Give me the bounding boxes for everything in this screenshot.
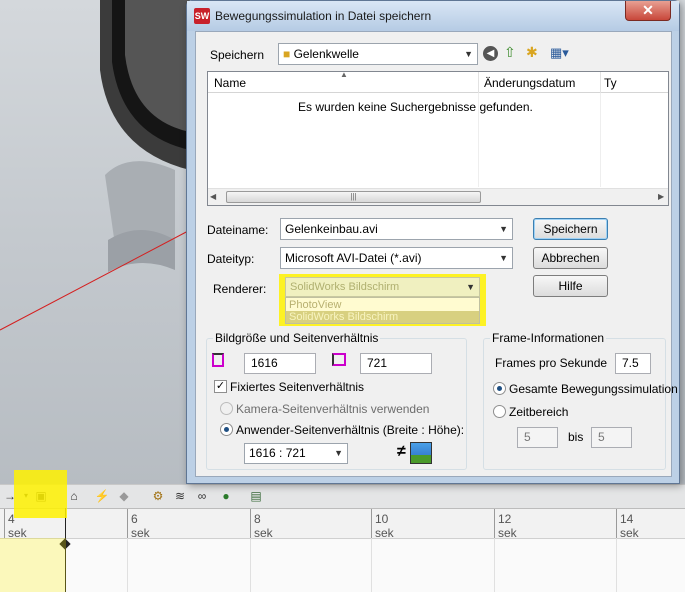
height-icon [332, 353, 346, 366]
fixed-aspect-label: Fixiertes Seitenverhältnis [230, 380, 365, 394]
image-preview-icon[interactable] [410, 442, 432, 464]
width-input[interactable]: 1616 [244, 353, 316, 374]
chevron-down-icon: ▼ [334, 448, 343, 458]
whole-simulation-radio[interactable] [493, 382, 506, 395]
time-range-radio[interactable] [493, 405, 506, 418]
fps-label: Frames pro Sekunde [495, 356, 608, 370]
not-equal-icon: ≠ [397, 443, 406, 460]
height-input[interactable]: 721 [360, 353, 432, 374]
sort-arrow-icon: ▲ [340, 70, 348, 79]
dialog-titlebar[interactable]: SW Bewegungssimulation in Datei speicher… [187, 1, 679, 31]
chevron-down-icon: ▼ [464, 49, 473, 59]
contact-icon[interactable]: ∞ [194, 488, 210, 504]
column-name[interactable]: Name [214, 76, 246, 90]
solidworks-app-icon: SW [194, 8, 210, 24]
renderer-option-solidworks[interactable]: SolidWorks Bildschirm [286, 311, 479, 323]
user-aspect-radio[interactable] [220, 423, 233, 436]
chevron-down-icon: ▼ [499, 253, 508, 263]
filename-input[interactable]: Gelenkeinbau.avi ▼ [280, 218, 513, 240]
save-in-combo[interactable]: ■ Gelenkwelle ▼ [278, 43, 478, 65]
cancel-button[interactable]: Abbrechen [533, 247, 608, 269]
timeline-track[interactable] [0, 538, 685, 592]
back-icon[interactable]: ◀ [483, 46, 498, 61]
aspect-select[interactable]: 1616 : 721 ▼ [244, 443, 348, 464]
close-button[interactable]: ✕ [625, 1, 671, 21]
spring-icon[interactable]: ≋ [172, 488, 188, 504]
aspect-value: 1616 : 721 [249, 446, 306, 460]
image-size-group: Bildgröße und Seitenverhältnis 1616 721 … [206, 331, 467, 470]
column-type[interactable]: Ty [604, 76, 617, 90]
save-in-label: Speichern [210, 48, 265, 62]
range-to-label: bis [568, 430, 584, 444]
range-to-input[interactable]: 5 [591, 427, 632, 448]
add-key-icon[interactable]: ◆ [116, 488, 132, 504]
renderer-select[interactable]: SolidWorks Bildschirm ▼ [285, 277, 480, 297]
dialog-title: Bewegungssimulation in Datei speichern [215, 9, 432, 23]
folder-icon: ■ [283, 47, 291, 61]
renderer-label: Renderer: [213, 282, 267, 296]
highlight-time-range [0, 538, 66, 592]
tick-label: 12 sek [498, 512, 517, 540]
save-button[interactable]: Speichern [533, 218, 608, 240]
time-range-label: Zeitbereich [509, 405, 569, 419]
timeline-ruler[interactable]: 4 sek 6 sek 8 sek 10 sek 12 sek 14 sek [0, 508, 685, 540]
highlight-save-animation [14, 470, 67, 518]
help-button[interactable]: Hilfe [533, 275, 608, 297]
tick-label: 10 sek [375, 512, 394, 540]
frame-info-title: Frame-Informationen [490, 331, 607, 345]
chevron-down-icon: ▼ [466, 282, 475, 292]
motion-study-toolbar: → ▾ ▣ ⌂ ⚡ ◆ ⚙ ≋ ∞ ● ▤ [0, 484, 685, 508]
horizontal-scrollbar[interactable]: ◀ ||| ▶ [208, 188, 668, 205]
scroll-thumb[interactable]: ||| [226, 191, 481, 203]
save-dialog: SW Bewegungssimulation in Datei speicher… [186, 0, 680, 484]
tick-label: 6 sek [131, 512, 150, 540]
renderer-value: SolidWorks Bildschirm [290, 281, 400, 293]
scroll-left-icon[interactable]: ◀ [210, 192, 216, 201]
renderer-option-photoview[interactable]: PhotoView [289, 299, 341, 311]
fixed-aspect-checkbox[interactable]: ✓ [214, 380, 227, 393]
file-list-header: Name ▲ Änderungsdatum Ty [208, 70, 668, 93]
3d-model-view [0, 0, 190, 331]
column-date[interactable]: Änderungsdatum [484, 76, 575, 90]
frame-info-group: Frame-Informationen Frames pro Sekunde 7… [483, 331, 678, 470]
filetype-select[interactable]: Microsoft AVI-Datei (*.avi) ▼ [280, 247, 513, 269]
motor-icon[interactable]: ⚙ [150, 488, 166, 504]
tick-label: 8 sek [254, 512, 273, 540]
whole-simulation-label: Gesamte Bewegungssimulation [509, 382, 678, 396]
range-from-input[interactable]: 5 [517, 427, 558, 448]
filename-label: Dateiname: [207, 223, 269, 237]
width-icon [212, 353, 224, 367]
renderer-dropdown-list: PhotoView SolidWorks Bildschirm [285, 297, 480, 324]
chevron-down-icon: ▼ [499, 224, 508, 234]
tick-label: 14 sek [620, 512, 639, 540]
file-list[interactable]: Name ▲ Änderungsdatum Ty Es wurden keine… [207, 70, 669, 206]
folder-name: Gelenkwelle [293, 47, 359, 61]
empty-message: Es wurden keine Suchergebnisse gefunden. [298, 100, 533, 114]
results-plot-icon[interactable]: ▤ [248, 488, 264, 504]
new-folder-icon[interactable]: ✱ [526, 44, 538, 61]
image-size-title: Bildgröße und Seitenverhältnis [213, 331, 381, 345]
view-menu-icon[interactable]: ▦▾ [550, 45, 569, 61]
fps-input[interactable]: 7.5 [615, 353, 651, 374]
camera-aspect-label: Kamera-Seitenverhältnis verwenden [236, 402, 430, 416]
filename-value: Gelenkeinbau.avi [285, 222, 378, 236]
camera-aspect-radio[interactable] [220, 402, 233, 415]
user-aspect-label: Anwender-Seitenverhältnis (Breite : Höhe… [236, 423, 465, 437]
autokey-icon[interactable]: ⚡ [94, 488, 110, 504]
scroll-right-icon[interactable]: ▶ [658, 192, 664, 201]
film-icon[interactable]: ⌂ [66, 488, 82, 504]
filetype-value: Microsoft AVI-Datei (*.avi) [285, 251, 422, 265]
up-folder-icon[interactable]: ⇧ [504, 44, 516, 61]
filetype-label: Dateityp: [207, 252, 255, 266]
dialog-client: Speichern ■ Gelenkwelle ▼ ◀ ⇧ ✱ ▦▾ Name … [195, 31, 678, 477]
gravity-icon[interactable]: ● [218, 488, 234, 504]
